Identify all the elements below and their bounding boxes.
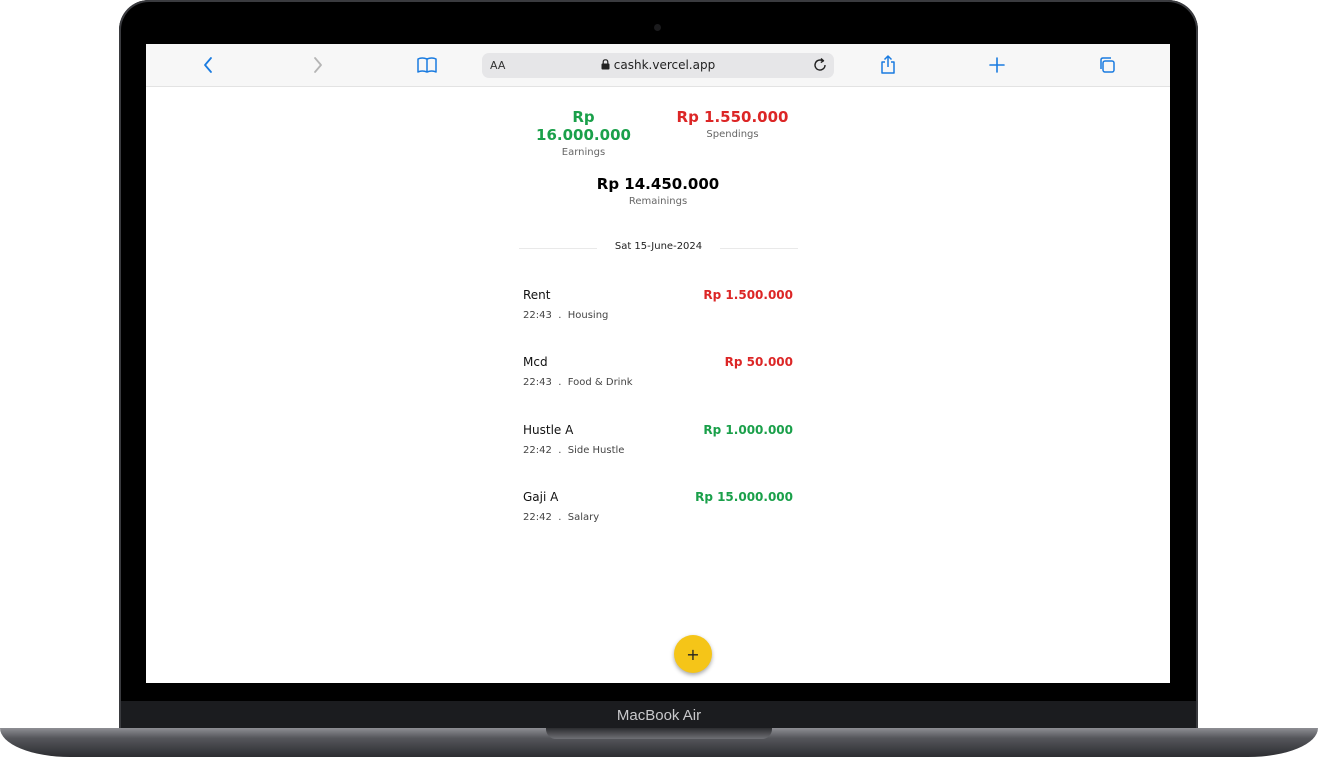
add-transaction-button[interactable]: + [674,635,712,673]
transaction-name: Gaji A [523,490,559,504]
device-brand-label: MacBook Air [616,707,702,724]
transaction-meta: 22:43 . Food & Drink [523,377,633,388]
remainings-value: Rp 14.450.000 [596,175,720,193]
transaction-meta: 22:43 . Housing [523,310,609,321]
new-tab-icon[interactable] [985,54,1009,76]
browser-toolbar: AA cashk.vercel.app [146,44,1170,87]
forward-icon[interactable] [306,54,330,76]
address-bar[interactable]: AA cashk.vercel.app [482,53,834,78]
spendings-value: Rp 1.550.000 [676,108,789,126]
transaction-meta: 22:42 . Salary [523,512,600,523]
url-text: cashk.vercel.app [613,58,716,72]
transaction-item[interactable]: Hustle A 22:42 . Side Hustle Rp 1.000.00… [523,423,793,468]
tabs-icon[interactable] [1095,54,1119,76]
url-field[interactable]: cashk.vercel.app [482,58,834,73]
transaction-name: Hustle A [523,423,574,437]
transaction-item[interactable]: Gaji A 22:42 . Salary Rp 15.000.000 [523,490,793,535]
spendings-label: Spendings [706,129,759,140]
transaction-name: Mcd [523,355,548,369]
transaction-item[interactable]: Rent 22:43 . Housing Rp 1.500.000 [523,288,793,333]
transaction-name: Rent [523,288,551,302]
reload-icon[interactable] [812,57,828,77]
laptop-hinge-notch [546,728,772,739]
date-header: Sat 15-June-2024 [614,241,703,252]
camera-icon [654,24,661,31]
earnings-summary: Rp 16.000.000 Earnings [526,108,641,158]
earnings-value: Rp 16.000.000 [536,108,631,144]
remainings-label: Remainings [628,196,688,207]
remainings-summary: Rp 14.450.000 Remainings [594,175,722,207]
transaction-meta: 22:42 . Side Hustle [523,445,625,456]
spendings-summary: Rp 1.550.000 Spendings [676,108,789,140]
transaction-amount: Rp 1.000.000 [703,423,793,437]
share-icon[interactable] [876,54,900,76]
transaction-amount: Rp 50.000 [724,355,793,369]
date-divider: Sat 15-June-2024 [519,241,798,255]
transaction-amount: Rp 15.000.000 [695,490,793,504]
transaction-amount: Rp 1.500.000 [703,288,793,302]
browser-screen: AA cashk.vercel.app Rp 16.000.000 Earnin… [146,44,1170,683]
back-icon[interactable] [196,54,220,76]
page-content: Rp 16.000.000 Earnings Rp 1.550.000 Spen… [146,87,1170,683]
lock-icon [601,59,610,73]
transaction-item[interactable]: Mcd 22:43 . Food & Drink Rp 50.000 [523,355,793,400]
bookmarks-icon[interactable] [415,54,439,76]
earnings-label: Earnings [561,147,606,158]
